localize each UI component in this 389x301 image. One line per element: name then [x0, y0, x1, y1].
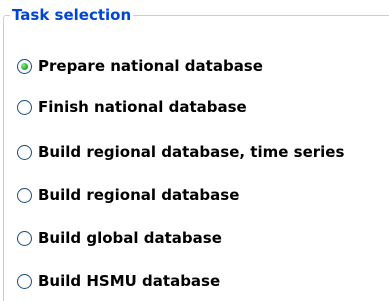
option-label: Prepare national database [38, 57, 263, 75]
radio-button[interactable] [17, 230, 32, 246]
radio-button[interactable] [17, 58, 32, 74]
option-label: Build global database [38, 229, 222, 247]
radio-button[interactable] [17, 144, 32, 160]
option-build-global-database[interactable]: Build global database [17, 227, 222, 249]
radio-button[interactable] [17, 273, 32, 289]
option-build-hsmu-database[interactable]: Build HSMU database [17, 270, 220, 292]
radio-button[interactable] [17, 187, 32, 203]
option-finish-national-database[interactable]: Finish national database [17, 96, 247, 118]
option-build-regional-database[interactable]: Build regional database [17, 184, 239, 206]
option-label: Build regional database [38, 186, 240, 204]
radio-selected-dot [21, 62, 28, 70]
option-prepare-national-database[interactable]: Prepare national database [17, 55, 263, 77]
group-title: Task selection [10, 6, 134, 24]
option-label: Build regional database, time series [38, 143, 345, 161]
option-label: Finish national database [38, 98, 247, 116]
option-label: Build HSMU database [38, 272, 221, 290]
radio-button[interactable] [17, 99, 32, 115]
option-build-regional-database-time-series[interactable]: Build regional database, time series [17, 141, 344, 163]
